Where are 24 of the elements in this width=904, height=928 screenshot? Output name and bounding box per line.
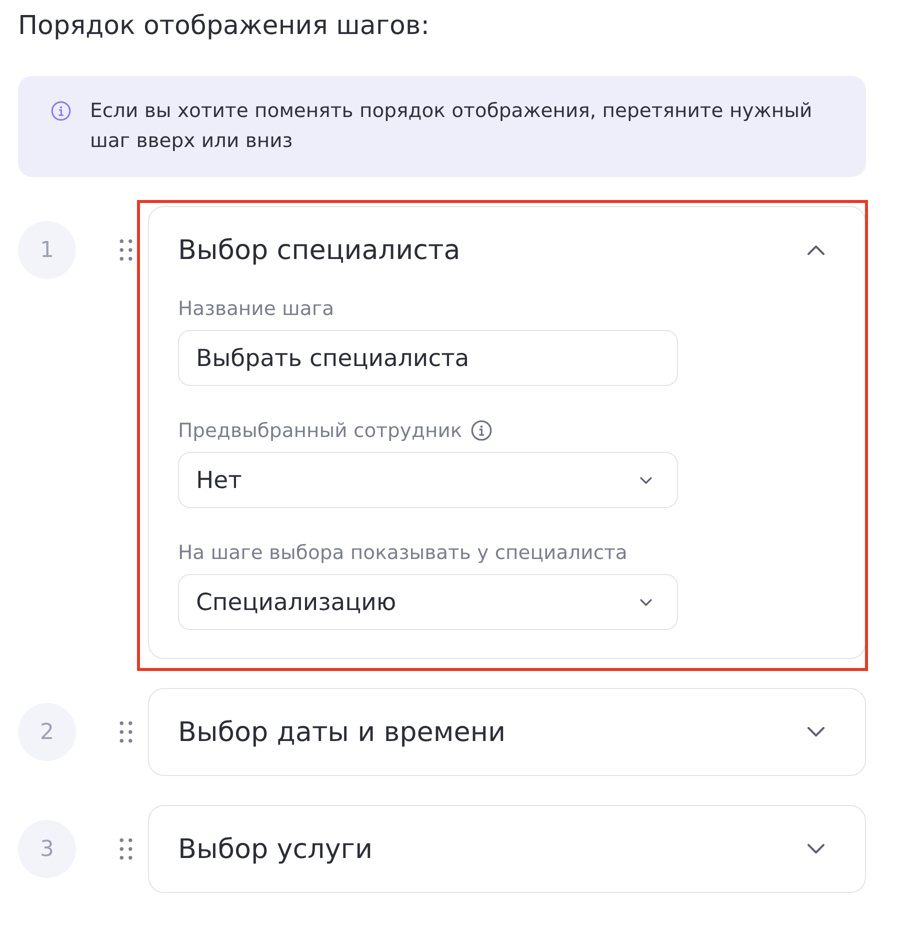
step-number: 3 [18,820,76,878]
text-input-field[interactable]: Выбрать специалиста [178,330,678,386]
drag-handle-icon[interactable] [119,720,133,744]
dropdown-select[interactable]: Специализацию [178,574,678,630]
step-title[interactable]: Выбор услуги [178,834,373,864]
chevron-down-icon[interactable] [807,727,825,737]
field-label: Название шага [178,296,334,320]
step-title[interactable]: Выбор специалиста [178,234,460,266]
step-title[interactable]: Выбор даты и времени [178,716,506,748]
info-icon[interactable] [471,420,492,440]
caret-icon [640,598,652,606]
drag-handle-icon[interactable] [119,238,133,262]
drag-handle-icon[interactable] [119,837,133,861]
chevron-up-icon[interactable] [807,245,825,255]
chevron-down-icon[interactable] [807,844,825,854]
step-number: 2 [18,703,76,761]
field-label: На шаге выбора показывать у специалиста [178,540,628,564]
info-icon [51,101,71,121]
field-label: Предвыбранный сотрудник [178,418,462,442]
notice-text: Если вы хотите поменять порядок отображения, перетяните нужный шаг вверх или вниз [90,98,814,154]
caret-icon [640,476,652,484]
section-heading: Порядок отображения шагов: [18,10,430,42]
dropdown-select[interactable]: Нет [178,452,678,508]
step-number: 1 [18,221,76,279]
